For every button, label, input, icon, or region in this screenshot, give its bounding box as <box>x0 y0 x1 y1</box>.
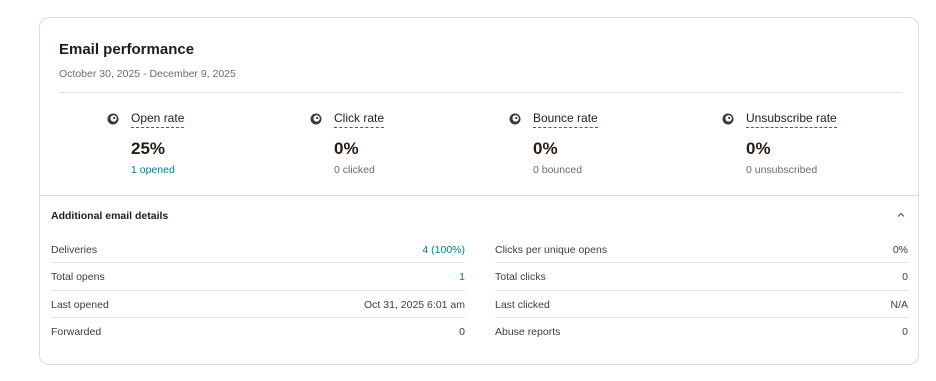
email-performance-card: Email performance October 30, 2025 - Dec… <box>39 17 919 365</box>
table-row: Last opened Oct 31, 2025 6:01 am <box>51 291 465 318</box>
bounce-rate-tooltip-link[interactable]: Bounce rate <box>533 111 598 128</box>
table-row: Forwarded 0 <box>51 318 465 345</box>
row-value: 0 <box>459 325 465 338</box>
table-row: Deliveries 4 (100%) <box>51 236 465 264</box>
row-label: Last opened <box>51 298 109 311</box>
unsubscribe-rate-value: 0% <box>746 139 771 158</box>
table-row: Clicks per unique opens 0% <box>495 236 908 264</box>
row-value: 4 (100%) <box>422 244 465 256</box>
mailchimp-freddie-icon <box>310 113 322 125</box>
row-label: Deliveries <box>51 244 98 256</box>
row-label: Clicks per unique opens <box>495 244 608 256</box>
row-label: Abuse reports <box>495 325 561 338</box>
card-title: Email performance <box>59 41 195 58</box>
clicked-count: 0 clicked <box>334 164 375 176</box>
additional-details-section: Additional email details Deliveries 4 (1… <box>40 195 918 364</box>
table-row: Total opens 1 <box>51 263 465 291</box>
click-rate-value: 0% <box>334 139 359 158</box>
row-label: Forwarded <box>51 325 102 338</box>
mailchimp-freddie-icon <box>722 113 734 125</box>
open-rate-tooltip-link[interactable]: Open rate <box>131 111 185 128</box>
bounced-count: 0 bounced <box>533 164 583 176</box>
unsubscribe-rate-tooltip-link[interactable]: Unsubscribe rate <box>746 111 837 128</box>
row-value: 0% <box>892 244 908 256</box>
mailchimp-freddie-icon <box>509 113 521 125</box>
details-title: Additional email details <box>51 210 169 222</box>
details-right-column: Clicks per unique opens 0% Total clicks … <box>495 236 908 345</box>
row-value: 0 <box>902 271 908 284</box>
open-rate-value: 25% <box>131 139 166 158</box>
row-value: 0 <box>902 325 908 338</box>
opened-count: 1 opened <box>131 164 175 176</box>
performance-summary: Email performance October 30, 2025 - Dec… <box>40 18 918 195</box>
bounce-rate-value: 0% <box>533 139 558 158</box>
table-row: Total clicks 0 <box>495 263 908 291</box>
table-row: Last clicked N/A <box>495 291 908 318</box>
row-value: 1 <box>459 271 465 284</box>
divider <box>59 92 902 93</box>
click-rate-tooltip-link[interactable]: Click rate <box>334 111 385 128</box>
row-label: Last clicked <box>495 298 550 311</box>
row-label: Total opens <box>51 271 105 284</box>
row-value: N/A <box>890 298 908 311</box>
chevron-up-icon[interactable] <box>896 210 906 220</box>
row-value: Oct 31, 2025 6:01 am <box>364 298 465 311</box>
table-row: Abuse reports 0 <box>495 318 908 345</box>
details-left-column: Deliveries 4 (100%) Total opens 1 Last o… <box>51 236 465 345</box>
row-label: Total clicks <box>495 271 546 284</box>
unsubscribed-count: 0 unsubscribed <box>746 164 818 176</box>
mailchimp-freddie-icon <box>107 113 119 125</box>
date-range: October 30, 2025 - December 9, 2025 <box>59 68 236 80</box>
